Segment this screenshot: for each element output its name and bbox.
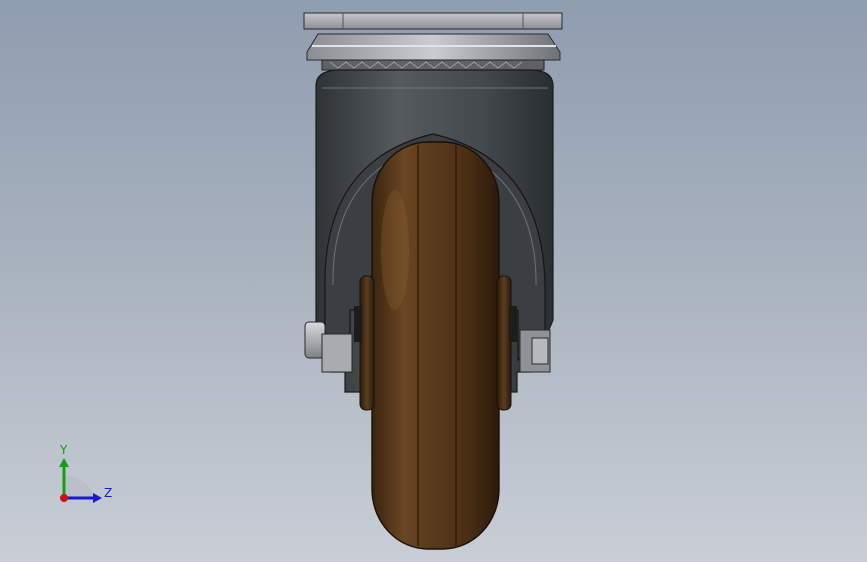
z-axis-label: Z — [104, 486, 112, 500]
caster-model[interactable] — [0, 0, 867, 562]
graphics-viewport[interactable]: Y Z — [0, 0, 867, 562]
swivel-bearing — [321, 59, 545, 71]
x-axis-dot — [60, 494, 68, 502]
y-axis-label: Y — [59, 443, 68, 457]
axle-nut[interactable] — [519, 329, 551, 373]
top-plate[interactable] — [303, 12, 563, 61]
coordinate-triad: Y Z — [59, 443, 112, 503]
wheel[interactable] — [371, 141, 500, 550]
triad-plane — [64, 476, 94, 498]
